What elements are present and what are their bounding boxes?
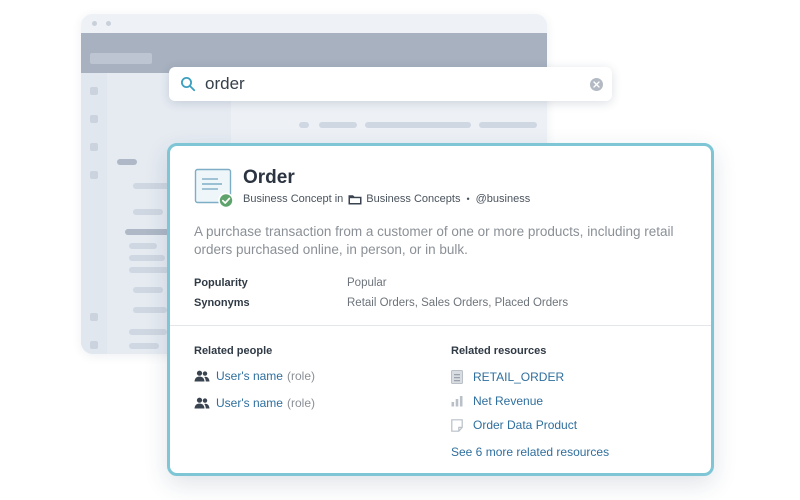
related-resource[interactable]: Net Revenue <box>451 393 543 409</box>
resource-name[interactable]: RETAIL_ORDER <box>473 370 564 384</box>
clear-search-icon[interactable] <box>590 78 603 91</box>
search-icon <box>181 77 196 92</box>
users-icon <box>194 397 210 409</box>
placeholder-line <box>117 159 137 165</box>
concept-meta: Business Concept in Business Concepts • … <box>243 193 530 205</box>
related-people-heading: Related people <box>194 345 273 357</box>
placeholder-line <box>129 243 157 249</box>
related-person[interactable]: User's name (role) <box>194 368 315 384</box>
person-role: (role) <box>286 396 315 410</box>
person-name[interactable]: User's name <box>216 396 283 410</box>
synonyms-label: Synonyms <box>194 297 250 309</box>
placeholder-line <box>129 267 169 273</box>
users-icon <box>194 370 210 382</box>
business-concept-card: Order Business Concept in Business Conce… <box>167 143 714 476</box>
placeholder-line <box>129 343 159 349</box>
toolbar-placeholder <box>90 53 152 64</box>
rail-icon <box>90 171 98 179</box>
placeholder-line <box>365 122 471 128</box>
popularity-label: Popularity <box>194 277 248 289</box>
placeholder-line <box>133 287 163 293</box>
concept-description: A purchase transaction from a customer o… <box>194 224 674 257</box>
related-resource[interactable]: RETAIL_ORDER <box>451 369 564 385</box>
folder-icon <box>348 194 362 204</box>
placeholder-line <box>299 122 309 128</box>
synonyms-value: Retail Orders, Sales Orders, Placed Orde… <box>347 297 569 309</box>
popularity-value: Popular <box>347 277 387 289</box>
table-icon <box>451 370 463 384</box>
placeholder-line <box>133 183 171 189</box>
window-dot <box>106 21 111 26</box>
search-input[interactable] <box>205 71 575 97</box>
concept-title: Order <box>243 167 295 188</box>
metric-icon <box>451 396 463 407</box>
business-concept-verified-icon <box>194 168 234 208</box>
rail-icon <box>90 115 98 123</box>
window-dot <box>92 21 97 26</box>
placeholder-line <box>129 329 167 335</box>
placeholder-line <box>133 307 167 313</box>
data-product-icon <box>451 418 463 432</box>
left-rail <box>81 73 107 354</box>
placeholder-line <box>133 209 163 215</box>
rail-icon <box>90 87 98 95</box>
related-person[interactable]: User's name (role) <box>194 395 315 411</box>
placeholder-line <box>129 255 165 261</box>
rail-icon <box>90 341 98 349</box>
related-resources-heading: Related resources <box>451 345 547 357</box>
owner-handle[interactable]: @business <box>476 193 531 205</box>
window-titlebar <box>81 14 547 33</box>
meta-separator: • <box>466 194 470 204</box>
person-role: (role) <box>286 369 315 383</box>
placeholder-line <box>319 122 357 128</box>
collection-link[interactable]: Business Concepts <box>366 193 460 205</box>
search-bar[interactable] <box>169 67 612 101</box>
resource-name[interactable]: Net Revenue <box>473 394 543 408</box>
section-divider <box>170 325 711 326</box>
rail-icon <box>90 143 98 151</box>
placeholder-line <box>125 229 170 235</box>
rail-icon <box>90 313 98 321</box>
resource-name[interactable]: Order Data Product <box>473 418 577 432</box>
see-more-resources-link[interactable]: See 6 more related resources <box>451 445 609 459</box>
person-name[interactable]: User's name <box>216 369 283 383</box>
related-resource[interactable]: Order Data Product <box>451 417 577 433</box>
entity-type: Business Concept in <box>243 193 344 205</box>
placeholder-line <box>479 122 537 128</box>
